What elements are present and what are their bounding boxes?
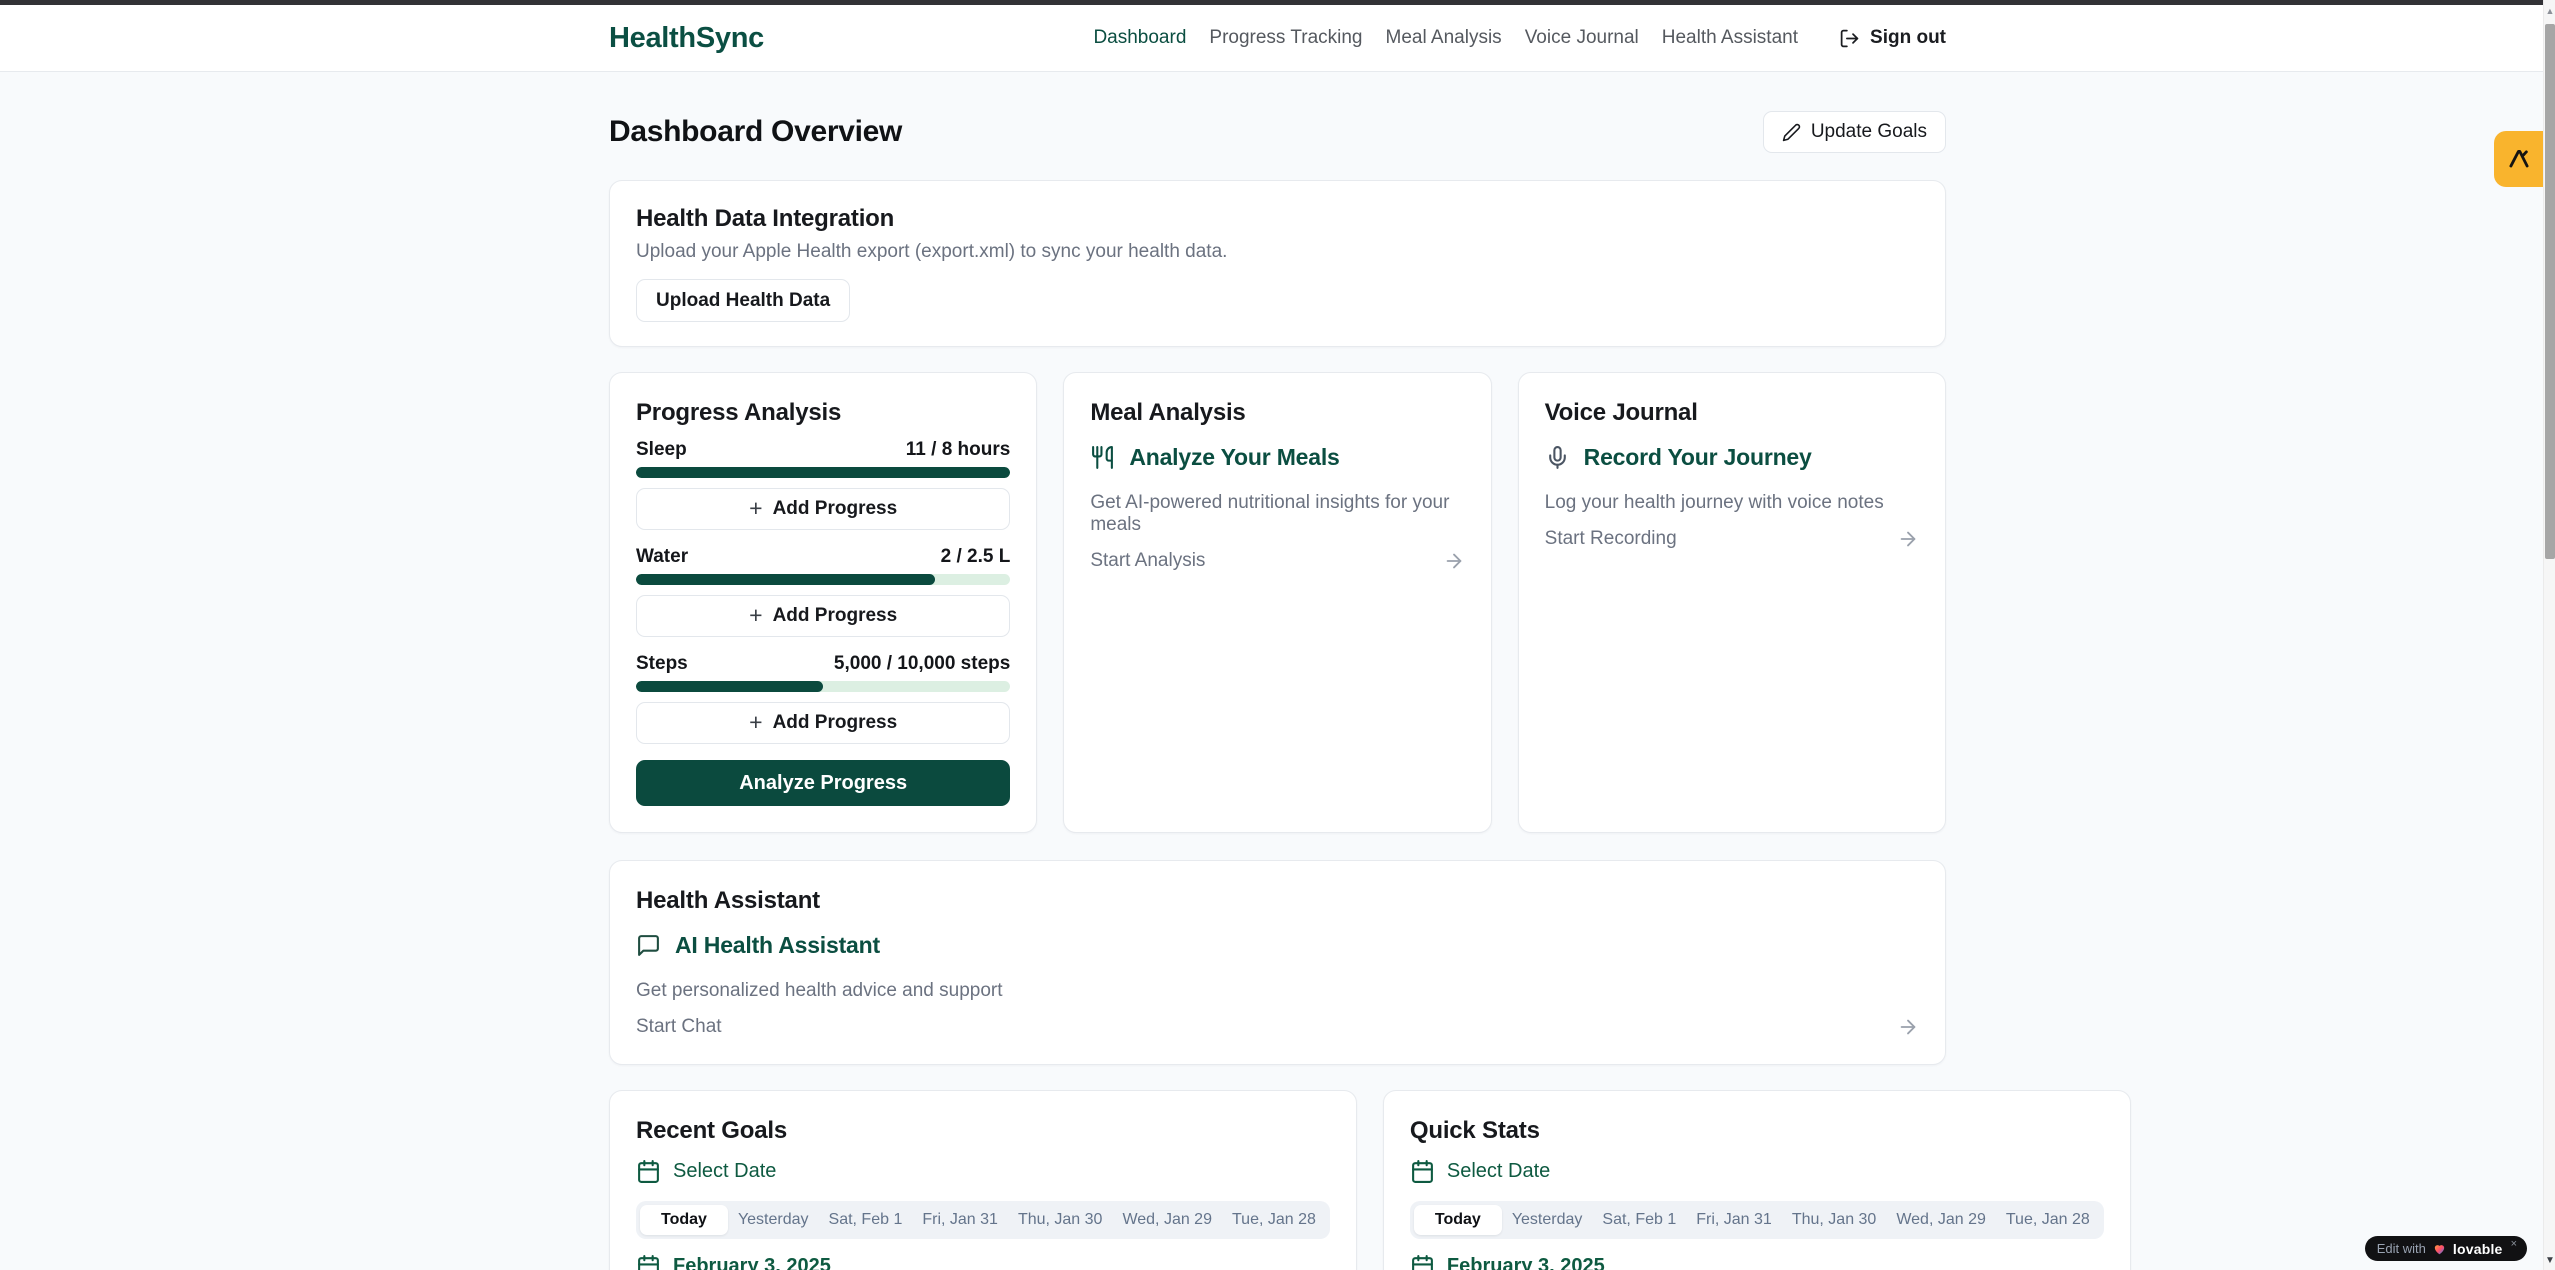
- progress-analysis-card: Progress Analysis Sleep 11 / 8 hours + A…: [609, 372, 1037, 833]
- recent-goals-selected-date[interactable]: February 3, 2025: [636, 1254, 1330, 1270]
- arrow-right-icon: [1897, 1016, 1919, 1038]
- meal-analysis-title: Meal Analysis: [1090, 399, 1464, 427]
- meal-analysis-card: Meal Analysis Analyze Your Meals Get AI-…: [1063, 372, 1491, 833]
- upload-health-data-button[interactable]: Upload Health Data: [636, 279, 850, 322]
- quick-stats-date-tabs: TodayYesterdaySat, Feb 1Fri, Jan 31Thu, …: [1410, 1201, 2104, 1239]
- goal-water: Water 2 / 2.5 L + Add Progress: [636, 546, 1010, 637]
- analyze-progress-button[interactable]: Analyze Progress: [636, 760, 1010, 806]
- meal-analysis-description: Get AI-powered nutritional insights for …: [1090, 492, 1464, 536]
- lovable-editor-badge[interactable]: [2494, 131, 2543, 187]
- app-header: HealthSync Dashboard Progress Tracking M…: [0, 5, 2555, 72]
- utensils-icon: [1090, 445, 1115, 470]
- add-progress-steps-button[interactable]: + Add Progress: [636, 702, 1010, 744]
- chat-icon: [636, 933, 661, 958]
- goal-value: 11 / 8 hours: [906, 439, 1011, 461]
- integration-title: Health Data Integration: [636, 205, 1919, 233]
- plus-icon: +: [749, 711, 762, 734]
- voice-journal-description: Log your health journey with voice notes: [1545, 492, 1919, 514]
- calendar-icon: [1410, 1159, 1435, 1184]
- nav-meal-analysis[interactable]: Meal Analysis: [1386, 27, 1502, 49]
- quick-stats-select-date[interactable]: Select Date: [1410, 1159, 2104, 1184]
- edit-with-lovable-badge[interactable]: Edit with lovable ×: [2365, 1236, 2527, 1261]
- goal-label: Water: [636, 546, 688, 568]
- nav-health-assistant[interactable]: Health Assistant: [1662, 27, 1798, 49]
- sign-out-button[interactable]: Sign out: [1839, 27, 1946, 49]
- record-your-journey-link[interactable]: Record Your Journey: [1545, 444, 1919, 471]
- integration-description: Upload your Apple Health export (export.…: [636, 241, 1919, 263]
- start-recording-action[interactable]: Start Recording: [1545, 528, 1919, 550]
- voice-journal-title: Voice Journal: [1545, 399, 1919, 427]
- date-tab-thu-jan-30[interactable]: Thu, Jan 30: [1782, 1205, 1887, 1235]
- date-tab-wed-jan-29[interactable]: Wed, Jan 29: [1886, 1205, 1996, 1235]
- goal-label: Steps: [636, 653, 688, 675]
- nav-progress-tracking[interactable]: Progress Tracking: [1209, 27, 1362, 49]
- update-goals-button[interactable]: Update Goals: [1763, 111, 1946, 153]
- add-progress-sleep-button[interactable]: + Add Progress: [636, 488, 1010, 530]
- goal-label: Sleep: [636, 439, 687, 461]
- health-data-integration-card: Health Data Integration Upload your Appl…: [609, 180, 1946, 347]
- scroll-down-arrow[interactable]: ▼: [2545, 1255, 2555, 1266]
- calendar-icon: [1410, 1254, 1435, 1270]
- lovable-label: lovable: [2453, 1241, 2503, 1257]
- health-assistant-title: Health Assistant: [636, 887, 1919, 915]
- pencil-icon: [1782, 123, 1801, 142]
- date-tab-sat-feb-1[interactable]: Sat, Feb 1: [1592, 1205, 1686, 1235]
- start-analysis-action[interactable]: Start Analysis: [1090, 550, 1464, 572]
- date-tab-yesterday[interactable]: Yesterday: [728, 1205, 819, 1235]
- arrow-right-icon: [1897, 528, 1919, 550]
- nav-dashboard[interactable]: Dashboard: [1093, 27, 1186, 49]
- main-nav: Dashboard Progress Tracking Meal Analysi…: [1093, 27, 1946, 49]
- steps-progress-bar: [636, 681, 1010, 692]
- health-assistant-card: Health Assistant AI Health Assistant Get…: [609, 860, 1946, 1065]
- date-tab-tue-jan-28[interactable]: Tue, Jan 28: [1222, 1205, 1326, 1235]
- log-out-icon: [1839, 28, 1860, 49]
- sleep-progress-bar: [636, 467, 1010, 478]
- date-tab-today[interactable]: Today: [1414, 1205, 1502, 1235]
- start-chat-action[interactable]: Start Chat: [636, 1016, 1919, 1038]
- recent-goals-card: Recent Goals Select Date TodayYesterdayS…: [609, 1090, 1357, 1270]
- lovable-heart-icon: [2432, 1242, 2447, 1256]
- date-tab-wed-jan-29[interactable]: Wed, Jan 29: [1112, 1205, 1222, 1235]
- quick-stats-selected-date[interactable]: February 3, 2025: [1410, 1254, 2104, 1270]
- recent-goals-select-date[interactable]: Select Date: [636, 1159, 1330, 1184]
- health-assistant-description: Get personalized health advice and suppo…: [636, 980, 1919, 1002]
- date-tab-thu-jan-30[interactable]: Thu, Jan 30: [1008, 1205, 1113, 1235]
- date-tab-fri-jan-31[interactable]: Fri, Jan 31: [912, 1205, 1008, 1235]
- date-tab-today[interactable]: Today: [640, 1205, 728, 1235]
- date-tab-fri-jan-31[interactable]: Fri, Jan 31: [1686, 1205, 1782, 1235]
- recent-goals-title: Recent Goals: [636, 1117, 1330, 1145]
- recent-goals-date-tabs: TodayYesterdaySat, Feb 1Fri, Jan 31Thu, …: [636, 1201, 1330, 1239]
- goal-steps: Steps 5,000 / 10,000 steps + Add Progres…: [636, 653, 1010, 744]
- goal-sleep: Sleep 11 / 8 hours + Add Progress: [636, 439, 1010, 530]
- water-progress-bar: [636, 574, 1010, 585]
- app-logo: HealthSync: [609, 22, 764, 55]
- goal-value: 5,000 / 10,000 steps: [834, 653, 1010, 675]
- mic-icon: [1545, 445, 1570, 470]
- add-progress-water-button[interactable]: + Add Progress: [636, 595, 1010, 637]
- vertical-scrollbar[interactable]: ▲ ▼: [2543, 0, 2555, 1270]
- calendar-icon: [636, 1254, 661, 1270]
- voice-journal-card: Voice Journal Record Your Journey Log yo…: [1518, 372, 1946, 833]
- sign-out-label: Sign out: [1870, 27, 1946, 49]
- date-tab-yesterday[interactable]: Yesterday: [1502, 1205, 1593, 1235]
- quick-stats-title: Quick Stats: [1410, 1117, 2104, 1145]
- quick-stats-card: Quick Stats Select Date TodayYesterdaySa…: [1383, 1090, 2131, 1270]
- calendar-icon: [636, 1159, 661, 1184]
- arrow-right-icon: [1443, 550, 1465, 572]
- scroll-up-arrow[interactable]: ▲: [2545, 6, 2555, 16]
- close-icon[interactable]: ×: [2511, 1238, 2517, 1250]
- ai-health-assistant-link[interactable]: AI Health Assistant: [636, 932, 1919, 959]
- edit-with-label: Edit with: [2377, 1241, 2426, 1256]
- plus-icon: +: [749, 497, 762, 520]
- lovable-a-icon: [2506, 146, 2532, 172]
- page-title: Dashboard Overview: [609, 115, 902, 149]
- progress-analysis-title: Progress Analysis: [636, 399, 1010, 427]
- plus-icon: +: [749, 604, 762, 627]
- scrollbar-thumb[interactable]: [2545, 24, 2555, 559]
- goal-value: 2 / 2.5 L: [941, 546, 1011, 568]
- date-tab-tue-jan-28[interactable]: Tue, Jan 28: [1996, 1205, 2100, 1235]
- date-tab-sat-feb-1[interactable]: Sat, Feb 1: [819, 1205, 913, 1235]
- nav-voice-journal[interactable]: Voice Journal: [1525, 27, 1639, 49]
- analyze-your-meals-link[interactable]: Analyze Your Meals: [1090, 444, 1464, 471]
